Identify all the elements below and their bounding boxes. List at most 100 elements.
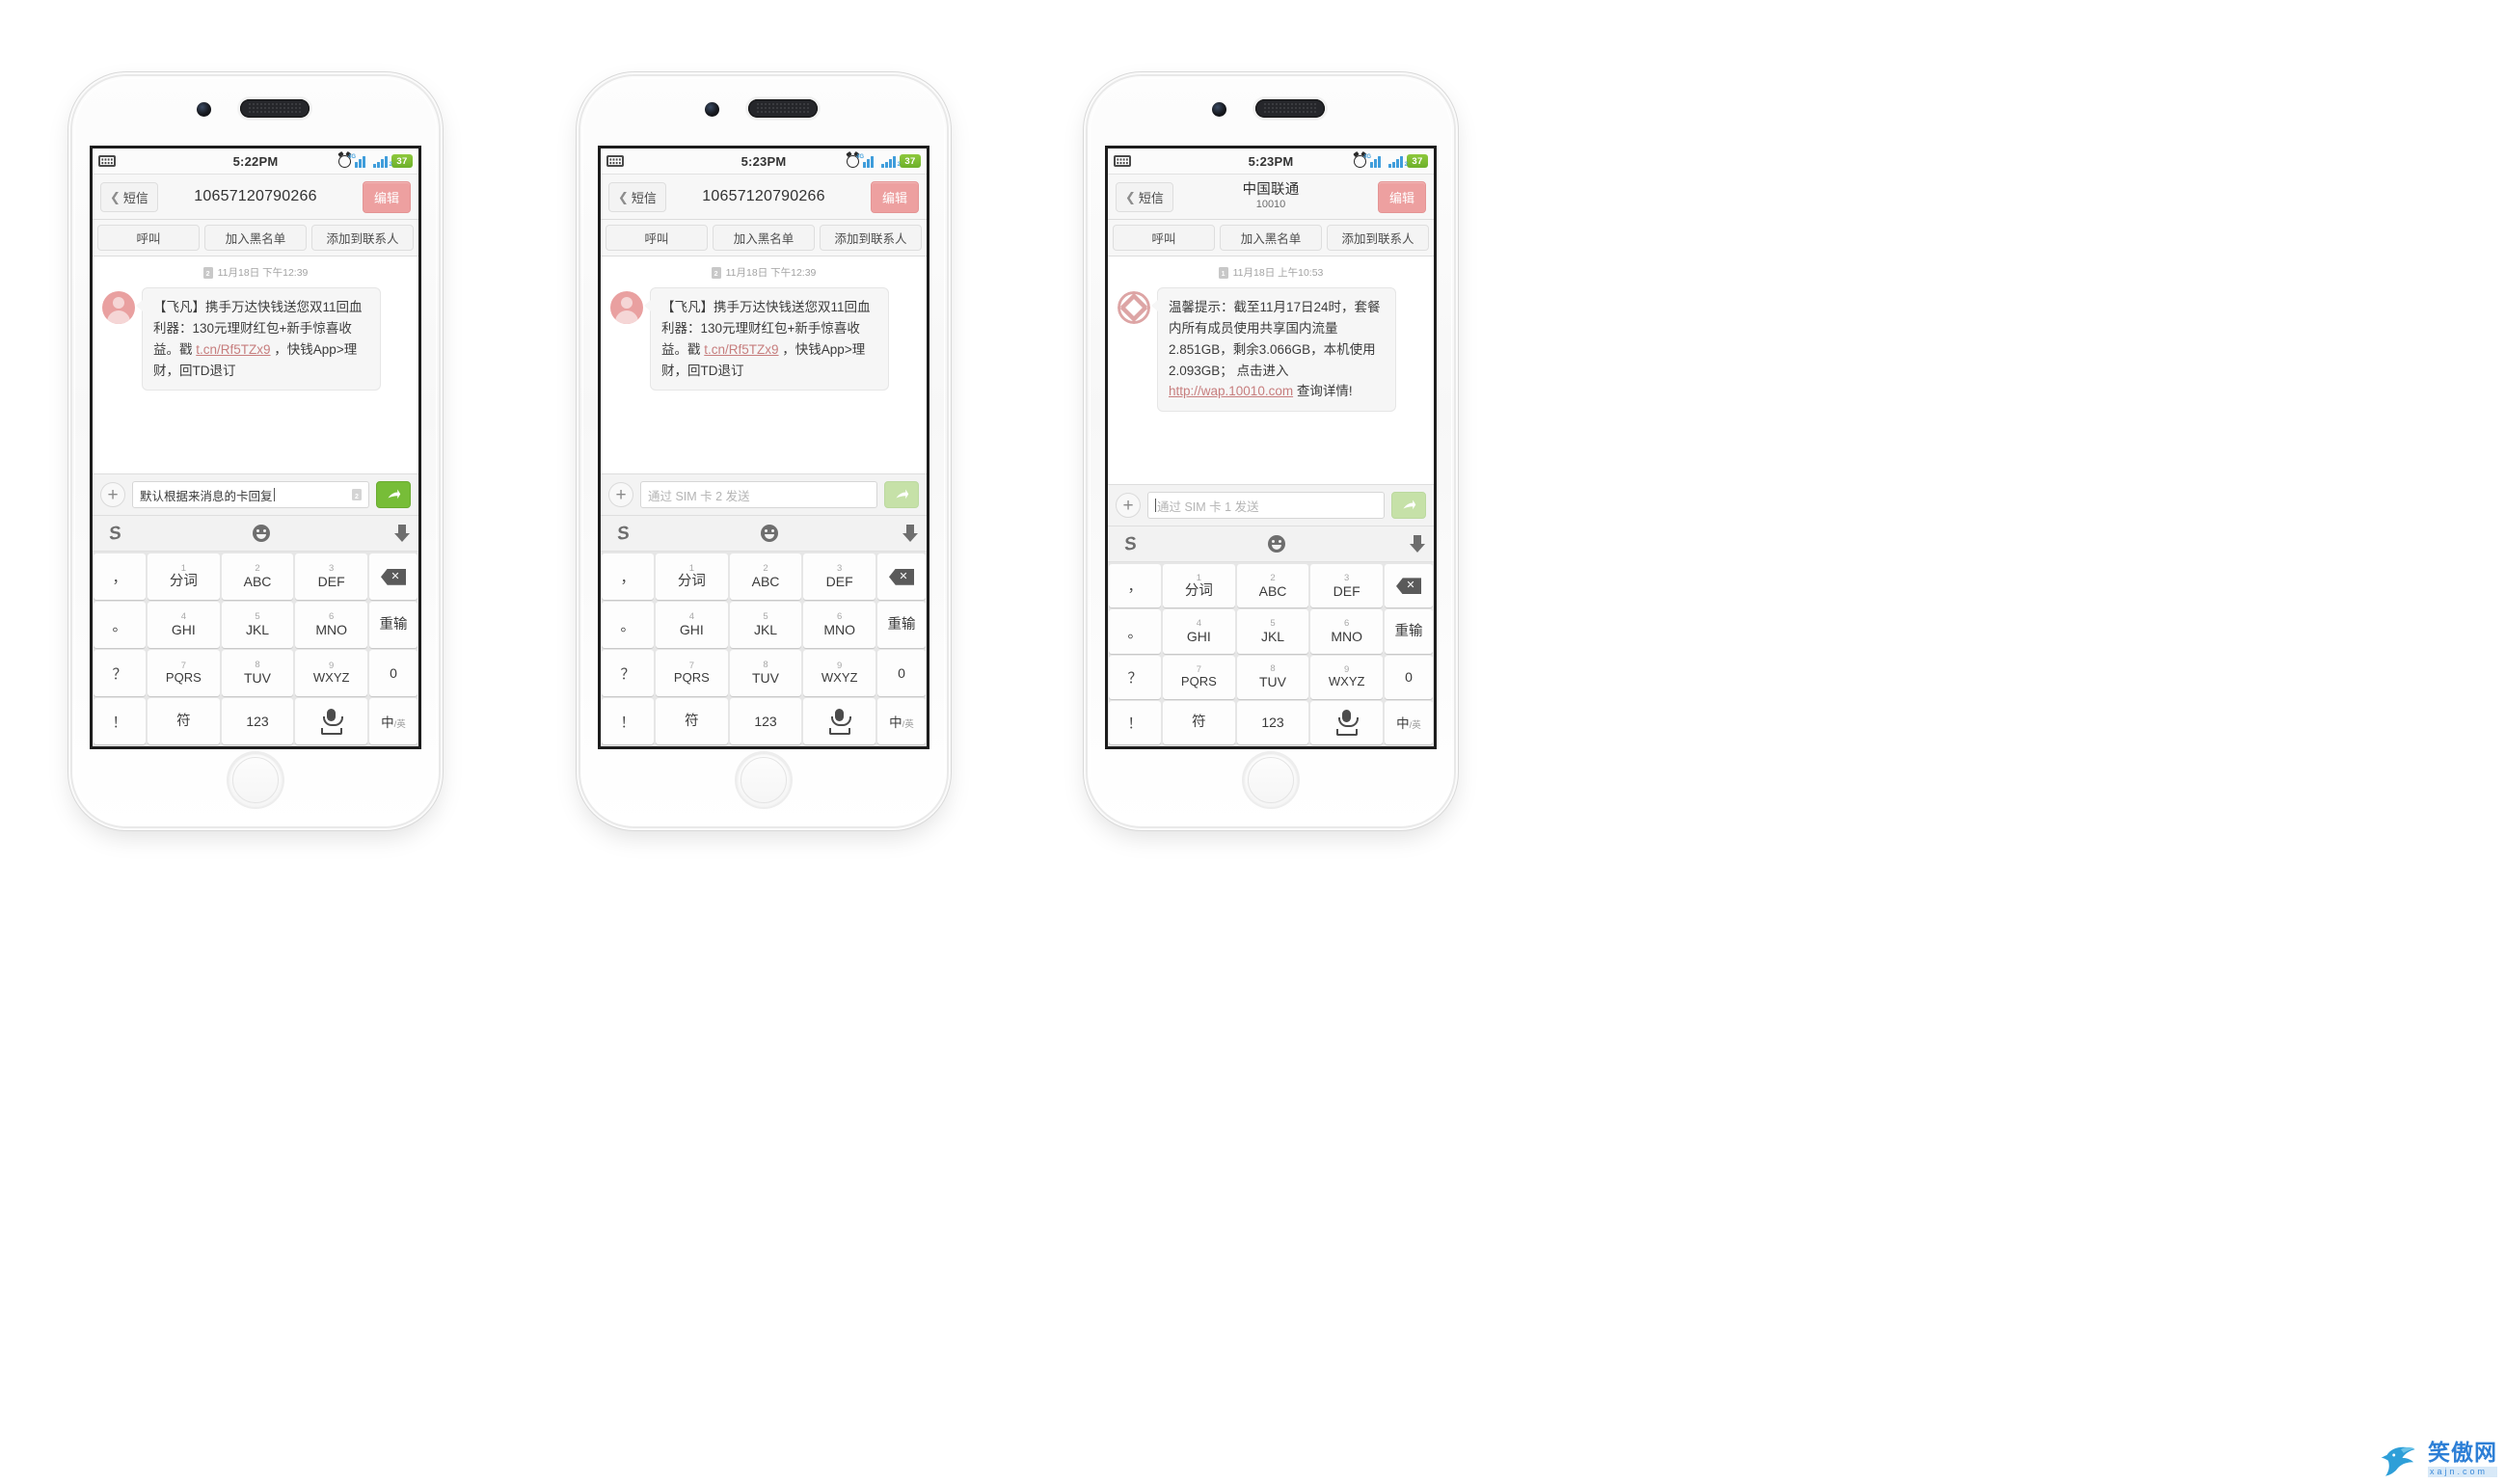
key-lang-toggle[interactable]: 中/英 (1385, 700, 1433, 745)
call-button[interactable]: 呼叫 (97, 225, 200, 251)
message-input[interactable]: 通过 SIM 卡 2 发送 (640, 481, 877, 509)
key-question[interactable]: ？ (1109, 655, 1161, 699)
plus-icon[interactable]: + (1116, 493, 1141, 519)
key-space-voice[interactable] (803, 698, 876, 745)
keyboard[interactable]: ， 。 ？ ！ 1 分词 2 ABC 3 DEF 4 GHI 5 JKL 6 MNO (93, 552, 418, 746)
key-2[interactable]: 2 ABC (729, 553, 802, 601)
key-symbols[interactable]: 符 (1163, 700, 1235, 745)
key-period[interactable]: 。 (1109, 609, 1161, 654)
add-contact-button[interactable]: 添加到联系人 (1327, 225, 1429, 251)
home-button[interactable] (1244, 753, 1298, 807)
message-input[interactable]: 默认根据来消息的卡回复 2 (132, 481, 369, 509)
add-contact-button[interactable]: 添加到联系人 (311, 225, 414, 251)
blacklist-button[interactable]: 加入黑名单 (1220, 225, 1322, 251)
key-lang-toggle[interactable]: 中/英 (369, 698, 418, 745)
send-button[interactable] (884, 481, 919, 509)
key-2[interactable]: 2 ABC (221, 553, 294, 601)
key-space-voice[interactable] (295, 698, 368, 745)
key-question[interactable]: ？ (602, 650, 654, 697)
back-button[interactable]: ❮ 短信 (100, 181, 158, 212)
conversation-list[interactable]: 1 11月18日 上午10:53 温馨提示：截至11月17日24时，套餐内所有成… (1108, 256, 1434, 485)
key-6[interactable]: 6 MNO (803, 602, 876, 649)
sogou-ime-icon[interactable]: S (1123, 533, 1138, 555)
key-4[interactable]: 4 GHI (1163, 609, 1235, 654)
key-123[interactable]: 123 (729, 698, 802, 745)
key-0[interactable]: 0 (877, 650, 926, 697)
message-bubble[interactable]: 【飞凡】携手万达快钱送您双11回血利器：130元理财红包+新手惊喜收益。戳 t.… (643, 287, 889, 391)
home-button[interactable] (737, 753, 791, 807)
smiley-icon[interactable] (253, 525, 271, 543)
message-bubble[interactable]: 温馨提示：截至11月17日24时，套餐内所有成员使用共享国内流量2.851GB，… (1150, 287, 1396, 413)
key-3[interactable]: 3 DEF (295, 553, 368, 601)
conversation-list[interactable]: 2 11月18日 下午12:39 【飞凡】携手万达快钱送您双11回血利器：130… (93, 256, 418, 474)
key-9[interactable]: 9 WXYZ (1310, 655, 1384, 699)
key-0[interactable]: 0 (1385, 655, 1433, 699)
sogou-ime-icon[interactable]: S (616, 523, 631, 545)
key-7[interactable]: 7 PQRS (656, 650, 728, 697)
key-4[interactable]: 4 GHI (148, 602, 220, 649)
key-7[interactable]: 7 PQRS (1163, 655, 1235, 699)
key-8[interactable]: 8 TUV (221, 650, 294, 697)
smiley-icon[interactable] (1268, 535, 1286, 553)
key-6[interactable]: 6 MNO (1310, 609, 1384, 654)
key-9[interactable]: 9 WXYZ (295, 650, 368, 697)
key-8[interactable]: 8 TUV (1236, 655, 1309, 699)
key-2[interactable]: 2 ABC (1236, 564, 1309, 608)
key-lang-toggle[interactable]: 中/英 (877, 698, 926, 745)
key-symbols[interactable]: 符 (148, 698, 220, 745)
key-symbols[interactable]: 符 (656, 698, 728, 745)
add-contact-button[interactable]: 添加到联系人 (820, 225, 922, 251)
key-5[interactable]: 5 JKL (729, 602, 802, 649)
key-period[interactable]: 。 (94, 602, 146, 649)
key-reinput[interactable]: 重输 (369, 602, 418, 649)
key-exclaim[interactable]: ！ (94, 698, 146, 745)
key-4[interactable]: 4 GHI (656, 602, 728, 649)
key-1[interactable]: 1 分词 (1163, 564, 1235, 608)
conversation-list[interactable]: 2 11月18日 下午12:39 【飞凡】携手万达快钱送您双11回血利器：130… (601, 256, 927, 474)
send-button[interactable] (376, 481, 411, 509)
key-exclaim[interactable]: ！ (602, 698, 654, 745)
key-reinput[interactable]: 重输 (877, 602, 926, 649)
keyboard[interactable]: ， 。 ？ ！ 1 分词 2 ABC 3 DEF 4 GHI 5 JKL 6 MNO (601, 552, 927, 746)
message-bubble[interactable]: 【飞凡】携手万达快钱送您双11回血利器：130元理财红包+新手惊喜收益。戳 t.… (135, 287, 381, 391)
key-backspace[interactable]: ✕ (369, 553, 418, 601)
message-link[interactable]: t.cn/Rf5TZx9 (704, 342, 778, 357)
key-exclaim[interactable]: ！ (1109, 700, 1161, 745)
edit-button[interactable]: 编辑 (870, 180, 919, 213)
key-3[interactable]: 3 DEF (803, 553, 876, 601)
call-button[interactable]: 呼叫 (1113, 225, 1215, 251)
smiley-icon[interactable] (761, 525, 779, 543)
edit-button[interactable]: 编辑 (1377, 180, 1426, 213)
send-button[interactable] (1391, 492, 1426, 520)
key-comma[interactable]: ， (602, 553, 654, 601)
key-1[interactable]: 1 分词 (656, 553, 728, 601)
blacklist-button[interactable]: 加入黑名单 (713, 225, 815, 251)
key-comma[interactable]: ， (94, 553, 146, 601)
key-reinput[interactable]: 重输 (1385, 609, 1433, 654)
key-5[interactable]: 5 JKL (1236, 609, 1309, 654)
plus-icon[interactable]: + (608, 482, 633, 508)
key-7[interactable]: 7 PQRS (148, 650, 220, 697)
call-button[interactable]: 呼叫 (606, 225, 708, 251)
key-question[interactable]: ？ (94, 650, 146, 697)
key-backspace[interactable]: ✕ (877, 553, 926, 601)
sogou-ime-icon[interactable]: S (108, 523, 122, 545)
message-link[interactable]: http://wap.10010.com (1169, 384, 1293, 398)
back-button[interactable]: ❮ 短信 (608, 181, 666, 212)
key-123[interactable]: 123 (1236, 700, 1309, 745)
message-link[interactable]: t.cn/Rf5TZx9 (196, 342, 270, 357)
key-space-voice[interactable] (1310, 700, 1384, 745)
key-9[interactable]: 9 WXYZ (803, 650, 876, 697)
key-period[interactable]: 。 (602, 602, 654, 649)
home-button[interactable] (229, 753, 283, 807)
message-input[interactable]: 通过 SIM 卡 1 发送 (1147, 492, 1385, 520)
edit-button[interactable]: 编辑 (362, 180, 411, 213)
key-0[interactable]: 0 (369, 650, 418, 697)
key-1[interactable]: 1 分词 (148, 553, 220, 601)
key-comma[interactable]: ， (1109, 564, 1161, 608)
key-5[interactable]: 5 JKL (221, 602, 294, 649)
key-8[interactable]: 8 TUV (729, 650, 802, 697)
key-123[interactable]: 123 (221, 698, 294, 745)
key-backspace[interactable]: ✕ (1385, 564, 1433, 608)
plus-icon[interactable]: + (100, 482, 125, 508)
